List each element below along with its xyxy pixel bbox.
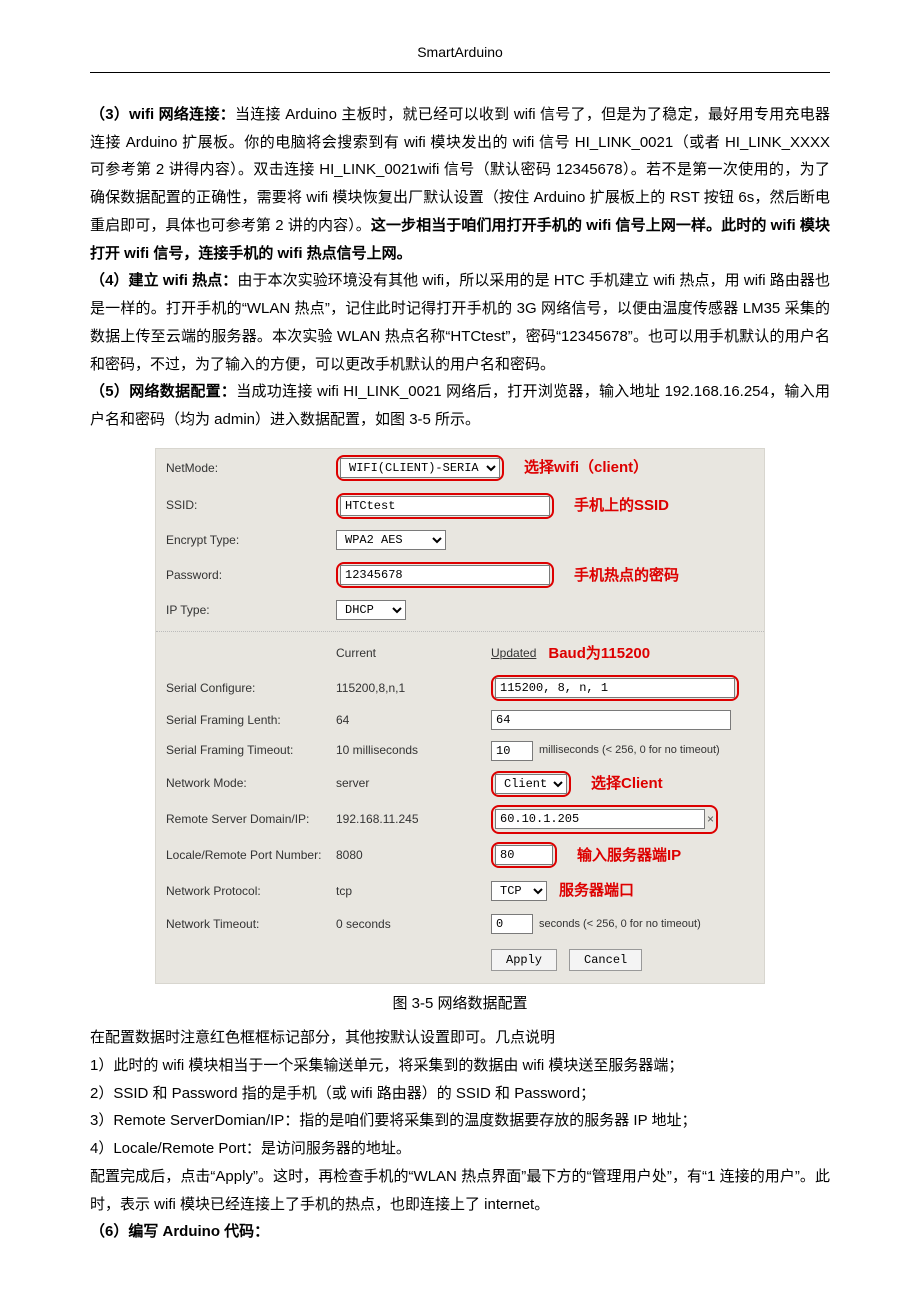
label-proto: Network Protocol: — [166, 880, 336, 902]
row-framing-timeout: Serial Framing Timeout: 10 milliseconds … — [156, 735, 764, 765]
annotation-ip: 输入服务器端IP — [577, 842, 681, 870]
after-4: 3）Remote ServerDomian/IP：指的是咱们要将采集到的温度数据… — [90, 1107, 830, 1135]
separator — [156, 631, 764, 632]
current-nettimeout: 0 seconds — [336, 913, 491, 935]
figure-caption: 图 3-5 网络数据配置 — [90, 990, 830, 1018]
after-5: 4）Locale/Remote Port：是访问服务器的地址。 — [90, 1135, 830, 1163]
current-framelen: 64 — [336, 709, 491, 731]
label-framelen: Serial Framing Lenth: — [166, 709, 336, 731]
annotation-netmode: 选择wifi（client） — [524, 454, 648, 482]
current-remote: 192.168.11.245 — [336, 808, 491, 830]
annotation-port: 服务器端口 — [559, 877, 634, 905]
paragraph-6: （6）编写 Arduino 代码： — [90, 1218, 830, 1246]
ssid-input[interactable] — [340, 496, 550, 516]
encrypt-select[interactable]: WPA2 AES — [336, 530, 446, 550]
paragraph-5: （5）网络数据配置：当成功连接 wifi HI_LINK_0021 网络后，打开… — [90, 378, 830, 434]
header-rule — [90, 72, 830, 73]
header-current: Current — [336, 642, 491, 664]
current-serialcfg: 115200,8,n,1 — [336, 677, 491, 699]
p4-label: （4）建立 wifi 热点： — [90, 272, 237, 289]
frametimeout-input[interactable] — [491, 741, 533, 761]
annotation-client: 选择Client — [591, 770, 663, 798]
row-password: Password: 手机热点的密码 — [156, 557, 764, 595]
annotation-password: 手机热点的密码 — [574, 562, 679, 590]
paragraph-4: （4）建立 wifi 热点：由于本次实验环境没有其他 wifi，所以采用的是 H… — [90, 267, 830, 378]
netmode-highlight: WIFI(CLIENT)-SERIAL — [336, 455, 504, 481]
nettimeout-hint: seconds (< 256, 0 for no timeout) — [539, 914, 701, 934]
config-panel: NetMode: WIFI(CLIENT)-SERIAL 选择wifi（clie… — [155, 448, 765, 984]
after-2: 1）此时的 wifi 模块相当于一个采集输送单元，将采集到的数据由 wifi 模… — [90, 1052, 830, 1080]
label-netmode: NetMode: — [166, 457, 336, 479]
iptype-select[interactable]: DHCP — [336, 600, 406, 620]
serialcfg-input[interactable] — [495, 678, 735, 698]
frametimeout-hint: milliseconds (< 256, 0 for no timeout) — [539, 740, 720, 760]
label-password: Password: — [166, 564, 336, 586]
password-input[interactable] — [340, 565, 550, 585]
p6-label: （6）编写 Arduino 代码： — [90, 1223, 269, 1240]
figure-3-5: NetMode: WIFI(CLIENT)-SERIAL 选择wifi（clie… — [155, 448, 765, 984]
row-protocol: Network Protocol: tcp TCP 服务器端口 — [156, 873, 764, 909]
row-serial-configure: Serial Configure: 115200,8,n,1 — [156, 671, 764, 705]
current-proto: tcp — [336, 880, 491, 902]
page-header-title: SmartArduino — [90, 40, 830, 66]
cancel-button[interactable]: Cancel — [569, 949, 642, 971]
p3-label: （3）wifi 网络连接： — [90, 106, 235, 123]
current-netmode2: server — [336, 772, 491, 794]
row-remote-server: Remote Server Domain/IP: 192.168.11.245 … — [156, 801, 764, 837]
apply-button[interactable]: Apply — [491, 949, 557, 971]
netmode2-highlight: Client — [491, 771, 571, 797]
label-encrypt: Encrypt Type: — [166, 529, 336, 551]
annotation-baud: Baud为115200 — [548, 640, 650, 668]
framelen-input[interactable] — [491, 710, 731, 730]
label-serialcfg: Serial Configure: — [166, 677, 336, 699]
row-port: Locale/Remote Port Number: 8080 输入服务器端IP — [156, 838, 764, 874]
label-ssid: SSID: — [166, 494, 336, 516]
label-port: Locale/Remote Port Number: — [166, 844, 336, 866]
port-input[interactable] — [495, 845, 553, 865]
proto-select[interactable]: TCP — [491, 881, 547, 901]
port-highlight — [491, 842, 557, 868]
password-highlight — [336, 562, 554, 588]
netmode2-select[interactable]: Client — [495, 774, 567, 794]
label-netmode2: Network Mode: — [166, 772, 336, 794]
clear-icon[interactable]: × — [707, 808, 714, 830]
serialcfg-highlight — [491, 675, 739, 701]
label-iptype: IP Type: — [166, 599, 336, 621]
label-frametimeout: Serial Framing Timeout: — [166, 739, 336, 761]
remote-highlight: × — [491, 805, 718, 833]
current-frametimeout: 10 milliseconds — [336, 739, 491, 761]
row-col-headers: Current Updated Baud为115200 — [156, 636, 764, 672]
remote-input[interactable] — [495, 809, 705, 829]
current-port: 8080 — [336, 844, 491, 866]
after-6: 配置完成后，点击“Apply”。这时，再检查手机的“WLAN 热点界面”最下方的… — [90, 1163, 830, 1219]
row-netmode: NetMode: WIFI(CLIENT)-SERIAL 选择wifi（clie… — [156, 449, 764, 487]
row-iptype: IP Type: DHCP — [156, 594, 764, 626]
p3-text: 当连接 Arduino 主板时，就已经可以收到 wifi 信号了，但是为了稳定，… — [90, 106, 830, 234]
row-network-mode: Network Mode: server Client 选择Client — [156, 766, 764, 802]
row-framing-length: Serial Framing Lenth: 64 — [156, 705, 764, 735]
row-encrypt: Encrypt Type: WPA2 AES — [156, 524, 764, 556]
ssid-highlight — [336, 493, 554, 519]
annotation-ssid: 手机上的SSID — [574, 492, 669, 520]
row-network-timeout: Network Timeout: 0 seconds seconds (< 25… — [156, 909, 764, 939]
netmode-select[interactable]: WIFI(CLIENT)-SERIAL — [340, 458, 500, 478]
after-1: 在配置数据时注意红色框框标记部分，其他按默认设置即可。几点说明 — [90, 1024, 830, 1052]
paragraph-3: （3）wifi 网络连接：当连接 Arduino 主板时，就已经可以收到 wif… — [90, 101, 830, 268]
p5-label: （5）网络数据配置： — [90, 383, 236, 400]
after-3: 2）SSID 和 Password 指的是手机（或 wifi 路由器）的 SSI… — [90, 1080, 830, 1108]
label-nettimeout: Network Timeout: — [166, 913, 336, 935]
nettimeout-input[interactable] — [491, 914, 533, 934]
label-remote: Remote Server Domain/IP: — [166, 808, 336, 830]
row-ssid: SSID: 手机上的SSID — [156, 487, 764, 525]
header-updated: Updated — [491, 642, 536, 664]
button-row: Apply Cancel — [156, 939, 764, 983]
